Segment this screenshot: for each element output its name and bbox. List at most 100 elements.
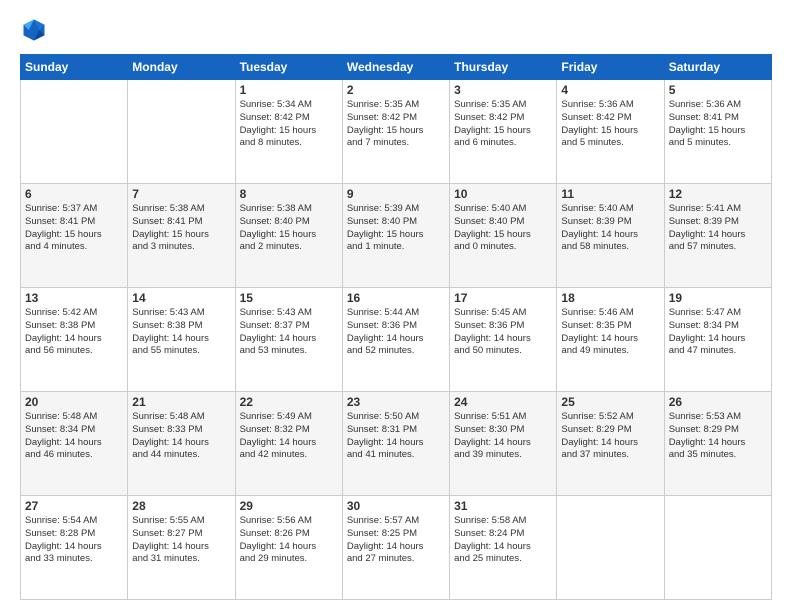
day-number: 30 <box>347 499 445 513</box>
day-number: 11 <box>561 187 659 201</box>
day-number: 25 <box>561 395 659 409</box>
day-number: 29 <box>240 499 338 513</box>
day-info: Sunrise: 5:50 AM Sunset: 8:31 PM Dayligh… <box>347 411 445 462</box>
day-info: Sunrise: 5:37 AM Sunset: 8:41 PM Dayligh… <box>25 203 123 254</box>
day-info: Sunrise: 5:51 AM Sunset: 8:30 PM Dayligh… <box>454 411 552 462</box>
day-number: 31 <box>454 499 552 513</box>
day-info: Sunrise: 5:56 AM Sunset: 8:26 PM Dayligh… <box>240 515 338 566</box>
day-info: Sunrise: 5:36 AM Sunset: 8:41 PM Dayligh… <box>669 99 767 150</box>
calendar-cell: 16 Sunrise: 5:44 AM Sunset: 8:36 PM Dayli… <box>342 288 449 392</box>
calendar-cell: 11 Sunrise: 5:40 AM Sunset: 8:39 PM Dayli… <box>557 184 664 288</box>
calendar-cell: 31Sunrise: 5:58 AM Sunset: 8:24 PM Dayli… <box>450 496 557 600</box>
day-info: Sunrise: 5:35 AM Sunset: 8:42 PM Dayligh… <box>454 99 552 150</box>
weekday-header-row: SundayMondayTuesdayWednesdayThursdayFrid… <box>21 55 772 80</box>
calendar-cell: 25 Sunrise: 5:52 AM Sunset: 8:29 PM Dayli… <box>557 392 664 496</box>
calendar-cell: 7 Sunrise: 5:38 AM Sunset: 8:41 PM Daylig… <box>128 184 235 288</box>
day-info: Sunrise: 5:52 AM Sunset: 8:29 PM Dayligh… <box>561 411 659 462</box>
day-info: Sunrise: 5:36 AM Sunset: 8:42 PM Dayligh… <box>561 99 659 150</box>
day-info: Sunrise: 5:42 AM Sunset: 8:38 PM Dayligh… <box>25 307 123 358</box>
calendar-cell <box>664 496 771 600</box>
calendar-cell: 23 Sunrise: 5:50 AM Sunset: 8:31 PM Dayli… <box>342 392 449 496</box>
day-number: 17 <box>454 291 552 305</box>
day-info: Sunrise: 5:55 AM Sunset: 8:27 PM Dayligh… <box>132 515 230 566</box>
calendar-cell: 12Sunrise: 5:41 AM Sunset: 8:39 PM Dayli… <box>664 184 771 288</box>
calendar-cell: 28 Sunrise: 5:55 AM Sunset: 8:27 PM Dayli… <box>128 496 235 600</box>
day-number: 26 <box>669 395 767 409</box>
day-number: 27 <box>25 499 123 513</box>
calendar-cell: 17 Sunrise: 5:45 AM Sunset: 8:36 PM Dayli… <box>450 288 557 392</box>
day-number: 20 <box>25 395 123 409</box>
calendar-cell: 9Sunrise: 5:39 AM Sunset: 8:40 PM Daylig… <box>342 184 449 288</box>
day-number: 5 <box>669 83 767 97</box>
calendar-cell <box>128 80 235 184</box>
day-number: 2 <box>347 83 445 97</box>
day-info: Sunrise: 5:34 AM Sunset: 8:42 PM Dayligh… <box>240 99 338 150</box>
weekday-header: Tuesday <box>235 55 342 80</box>
calendar-cell: 1 Sunrise: 5:34 AM Sunset: 8:42 PM Daylig… <box>235 80 342 184</box>
calendar-cell: 15 Sunrise: 5:43 AM Sunset: 8:37 PM Dayli… <box>235 288 342 392</box>
calendar-cell: 19 Sunrise: 5:47 AM Sunset: 8:34 PM Dayli… <box>664 288 771 392</box>
day-info: Sunrise: 5:43 AM Sunset: 8:37 PM Dayligh… <box>240 307 338 358</box>
day-info: Sunrise: 5:54 AM Sunset: 8:28 PM Dayligh… <box>25 515 123 566</box>
day-number: 13 <box>25 291 123 305</box>
logo-icon <box>20 16 48 44</box>
page: SundayMondayTuesdayWednesdayThursdayFrid… <box>0 0 792 612</box>
day-number: 15 <box>240 291 338 305</box>
day-info: Sunrise: 5:44 AM Sunset: 8:36 PM Dayligh… <box>347 307 445 358</box>
calendar: SundayMondayTuesdayWednesdayThursdayFrid… <box>20 54 772 600</box>
day-number: 24 <box>454 395 552 409</box>
weekday-header: Sunday <box>21 55 128 80</box>
day-number: 4 <box>561 83 659 97</box>
calendar-cell: 6 Sunrise: 5:37 AM Sunset: 8:41 PM Daylig… <box>21 184 128 288</box>
day-info: Sunrise: 5:38 AM Sunset: 8:41 PM Dayligh… <box>132 203 230 254</box>
day-number: 23 <box>347 395 445 409</box>
day-number: 7 <box>132 187 230 201</box>
calendar-cell: 26 Sunrise: 5:53 AM Sunset: 8:29 PM Dayli… <box>664 392 771 496</box>
calendar-week-row: 13 Sunrise: 5:42 AM Sunset: 8:38 PM Dayli… <box>21 288 772 392</box>
calendar-cell: 27 Sunrise: 5:54 AM Sunset: 8:28 PM Dayli… <box>21 496 128 600</box>
calendar-cell: 14 Sunrise: 5:43 AM Sunset: 8:38 PM Dayli… <box>128 288 235 392</box>
day-info: Sunrise: 5:46 AM Sunset: 8:35 PM Dayligh… <box>561 307 659 358</box>
day-number: 6 <box>25 187 123 201</box>
day-number: 14 <box>132 291 230 305</box>
day-number: 3 <box>454 83 552 97</box>
day-number: 1 <box>240 83 338 97</box>
day-number: 9 <box>347 187 445 201</box>
calendar-cell: 5 Sunrise: 5:36 AM Sunset: 8:41 PM Daylig… <box>664 80 771 184</box>
weekday-header: Monday <box>128 55 235 80</box>
calendar-cell: 2 Sunrise: 5:35 AM Sunset: 8:42 PM Daylig… <box>342 80 449 184</box>
calendar-cell: 18 Sunrise: 5:46 AM Sunset: 8:35 PM Dayli… <box>557 288 664 392</box>
day-number: 19 <box>669 291 767 305</box>
calendar-cell: 20 Sunrise: 5:48 AM Sunset: 8:34 PM Dayli… <box>21 392 128 496</box>
logo <box>20 16 52 44</box>
day-number: 8 <box>240 187 338 201</box>
calendar-cell: 3 Sunrise: 5:35 AM Sunset: 8:42 PM Daylig… <box>450 80 557 184</box>
day-info: Sunrise: 5:48 AM Sunset: 8:33 PM Dayligh… <box>132 411 230 462</box>
day-number: 10 <box>454 187 552 201</box>
calendar-cell: 10Sunrise: 5:40 AM Sunset: 8:40 PM Dayli… <box>450 184 557 288</box>
day-number: 12 <box>669 187 767 201</box>
calendar-cell: 21 Sunrise: 5:48 AM Sunset: 8:33 PM Dayli… <box>128 392 235 496</box>
day-info: Sunrise: 5:48 AM Sunset: 8:34 PM Dayligh… <box>25 411 123 462</box>
calendar-cell: 22Sunrise: 5:49 AM Sunset: 8:32 PM Dayli… <box>235 392 342 496</box>
day-info: Sunrise: 5:43 AM Sunset: 8:38 PM Dayligh… <box>132 307 230 358</box>
calendar-cell: 24 Sunrise: 5:51 AM Sunset: 8:30 PM Dayli… <box>450 392 557 496</box>
day-info: Sunrise: 5:47 AM Sunset: 8:34 PM Dayligh… <box>669 307 767 358</box>
day-number: 28 <box>132 499 230 513</box>
calendar-cell: 30Sunrise: 5:57 AM Sunset: 8:25 PM Dayli… <box>342 496 449 600</box>
weekday-header: Thursday <box>450 55 557 80</box>
day-info: Sunrise: 5:35 AM Sunset: 8:42 PM Dayligh… <box>347 99 445 150</box>
calendar-week-row: 20 Sunrise: 5:48 AM Sunset: 8:34 PM Dayli… <box>21 392 772 496</box>
header <box>20 16 772 44</box>
day-info: Sunrise: 5:40 AM Sunset: 8:39 PM Dayligh… <box>561 203 659 254</box>
calendar-week-row: 1 Sunrise: 5:34 AM Sunset: 8:42 PM Daylig… <box>21 80 772 184</box>
day-number: 16 <box>347 291 445 305</box>
day-number: 21 <box>132 395 230 409</box>
calendar-week-row: 27 Sunrise: 5:54 AM Sunset: 8:28 PM Dayli… <box>21 496 772 600</box>
day-info: Sunrise: 5:45 AM Sunset: 8:36 PM Dayligh… <box>454 307 552 358</box>
calendar-cell: 8 Sunrise: 5:38 AM Sunset: 8:40 PM Daylig… <box>235 184 342 288</box>
day-info: Sunrise: 5:49 AM Sunset: 8:32 PM Dayligh… <box>240 411 338 462</box>
day-number: 18 <box>561 291 659 305</box>
day-info: Sunrise: 5:38 AM Sunset: 8:40 PM Dayligh… <box>240 203 338 254</box>
day-info: Sunrise: 5:53 AM Sunset: 8:29 PM Dayligh… <box>669 411 767 462</box>
